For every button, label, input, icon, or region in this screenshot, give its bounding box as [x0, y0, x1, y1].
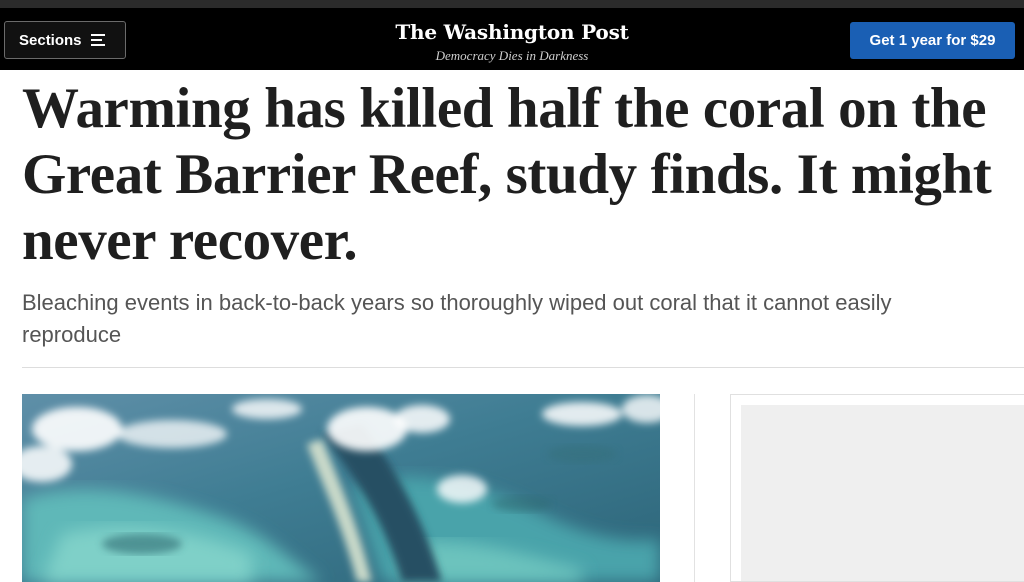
reef-aerial-photo: [22, 394, 660, 582]
subscribe-button[interactable]: Get 1 year for $29: [850, 22, 1015, 59]
subscribe-label: Get 1 year for $29: [869, 32, 996, 49]
hero-image[interactable]: [22, 394, 660, 582]
article-headline: Warming has killed half the coral on the…: [22, 77, 992, 272]
header-divider: [22, 367, 1024, 368]
column-divider: [694, 394, 695, 582]
article-subheadline: Bleaching events in back-to-back years s…: [22, 290, 892, 347]
advertisement-slot[interactable]: [741, 405, 1024, 581]
browser-top-strip: [0, 0, 1024, 8]
masthead: Sections The Washington Post Democracy D…: [0, 8, 1024, 70]
advertisement-frame: [730, 394, 1024, 582]
